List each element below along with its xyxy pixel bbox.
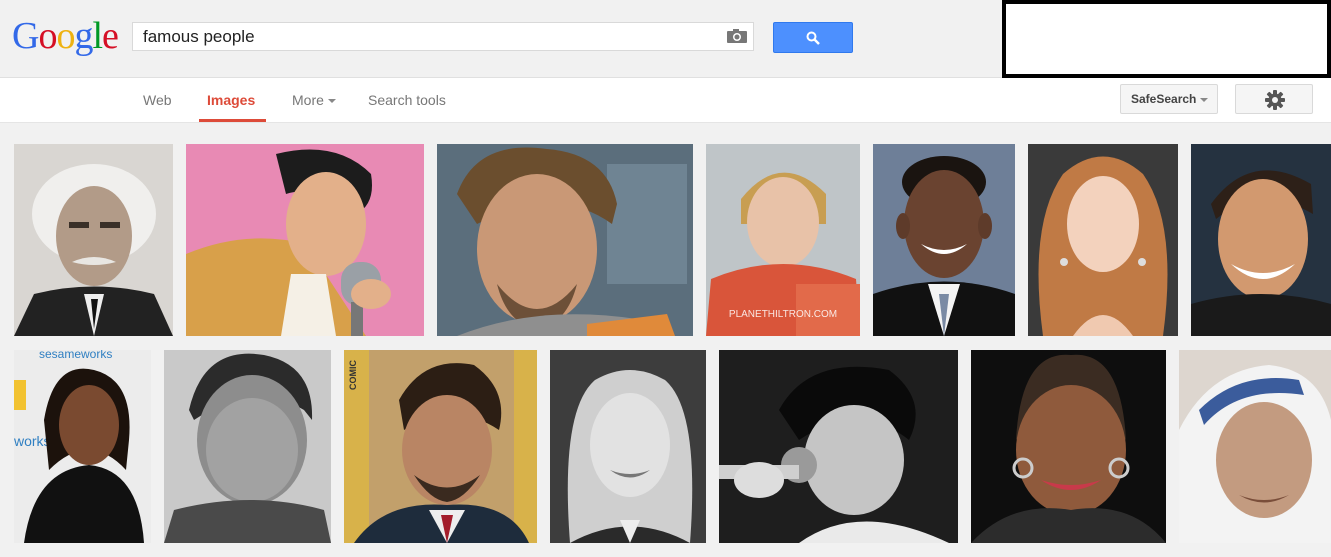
safesearch-button[interactable]: SafeSearch [1120, 84, 1218, 114]
gear-icon [1265, 90, 1285, 110]
image-result-7[interactable] [1191, 144, 1331, 336]
safesearch-label: SafeSearch [1131, 92, 1197, 106]
image-result-3[interactable] [437, 144, 693, 336]
image-result-11[interactable] [550, 350, 706, 543]
image-result-9[interactable] [164, 350, 331, 543]
redacted-box [1002, 0, 1331, 78]
image-result-2[interactable] [186, 144, 424, 336]
image-result-13[interactable] [971, 350, 1166, 543]
image-result-8[interactable]: sesameworks workshop [14, 350, 151, 543]
image-result-1[interactable] [14, 144, 173, 336]
settings-button[interactable] [1235, 84, 1313, 114]
image-result-12[interactable] [719, 350, 958, 543]
chevron-down-icon [1200, 97, 1209, 102]
image-result-6[interactable] [1028, 144, 1178, 336]
image-result-5[interactable] [873, 144, 1015, 336]
search-button[interactable] [773, 22, 853, 53]
search-icon [806, 31, 820, 45]
tab-more-label: More [292, 92, 324, 108]
tab-web[interactable]: Web [143, 92, 172, 108]
image-result-14[interactable] [1179, 350, 1331, 543]
search-input[interactable] [143, 23, 713, 50]
tab-images[interactable]: Images [207, 92, 255, 108]
google-logo[interactable]: Google [12, 14, 119, 58]
thumb-text-comic-con: COMIC [348, 360, 358, 390]
watermark-text: PLANETHILTRON.COM [729, 309, 837, 320]
search-box [132, 22, 754, 51]
chevron-down-icon [327, 99, 336, 104]
image-result-4[interactable]: PLANETHILTRON.COM [706, 144, 860, 336]
image-result-10[interactable]: COMIC [344, 350, 537, 543]
camera-icon[interactable] [727, 29, 747, 43]
nav-bar: Web Images More Search tools SafeSearch [0, 78, 1331, 123]
thumb-text-sesame: sesameworks [39, 350, 112, 361]
active-tab-indicator [199, 119, 266, 122]
tab-more[interactable]: More [292, 92, 336, 108]
search-tools-button[interactable]: Search tools [368, 92, 446, 108]
